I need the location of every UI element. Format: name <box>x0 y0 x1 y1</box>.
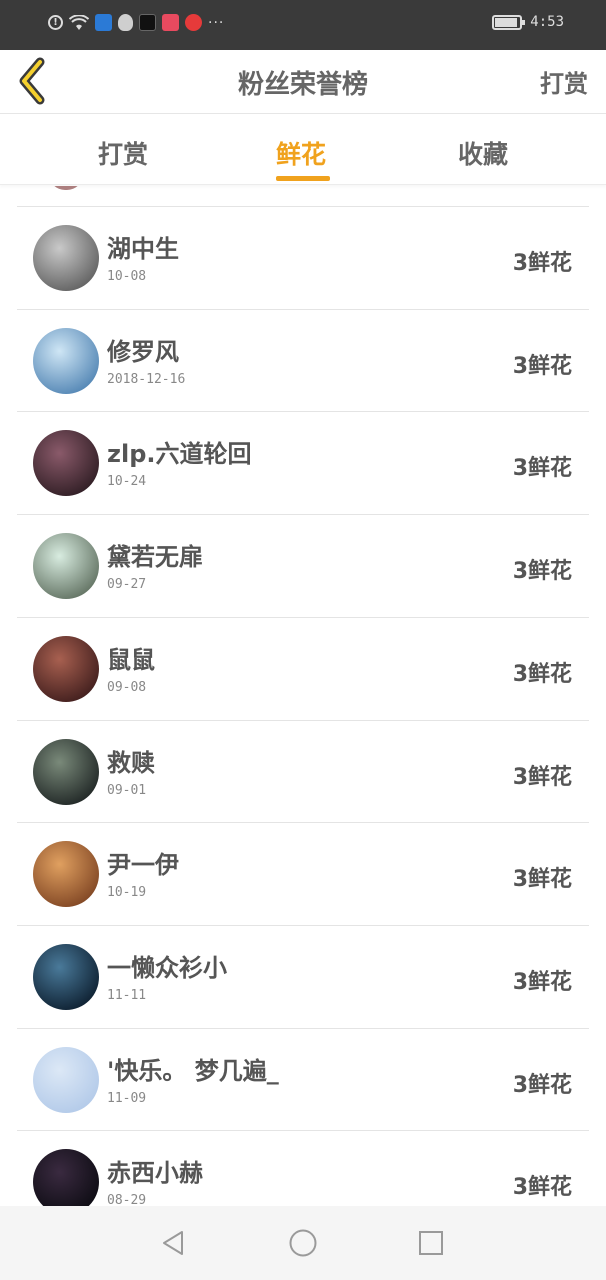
battery-icon <box>492 14 526 30</box>
list-item[interactable]: 救赎 09-01 3鲜花 <box>17 719 589 823</box>
fan-list[interactable]: 湖中生 10-08 3鲜花 修罗风 2018-12-16 3鲜花 zlp.六道轮回 10-24… <box>0 186 606 1206</box>
flower-count: 3鲜花 <box>512 661 572 687</box>
fan-name: 湖中生 <box>107 235 179 263</box>
fan-name: 修罗风 <box>107 337 179 366</box>
fan-date: 10-24 <box>107 474 147 490</box>
fan-name: 鼠鼠 <box>107 645 155 674</box>
fan-name: '快乐。 梦几遍_ <box>107 1056 279 1085</box>
flower-count: 3鲜花 <box>512 1072 572 1098</box>
fan-date: 11-09 <box>107 1090 147 1106</box>
flower-count: 3鲜花 <box>512 867 572 893</box>
avatar[interactable] <box>33 943 99 1010</box>
flower-count: 3鲜花 <box>512 1175 572 1201</box>
avatar[interactable] <box>33 327 99 394</box>
avatar[interactable] <box>33 635 99 702</box>
avatar[interactable] <box>33 841 99 908</box>
status-right: 4:53 <box>492 14 564 30</box>
list-item[interactable]: zlp.六道轮回 10-24 3鲜花 <box>17 411 589 514</box>
fan-name: 黛若无扉 <box>107 543 203 572</box>
tiktok-icon <box>139 14 156 31</box>
status-bar: ! ··· 4:53 <box>0 0 606 50</box>
avatar[interactable] <box>33 430 99 497</box>
fan-date: 08-29 <box>107 1193 147 1206</box>
fan-date: 2018-12-16 <box>107 371 186 387</box>
list-item-partial <box>17 186 589 207</box>
flower-count: 3鲜花 <box>512 456 572 482</box>
fan-date: 10-08 <box>107 269 147 284</box>
shield-icon <box>95 14 112 31</box>
tab-reward[interactable]: 打赏 <box>98 135 148 171</box>
list-item[interactable]: 黛若无扉 09-27 3鲜花 <box>17 514 589 617</box>
list-item[interactable]: 修罗风 2018-12-16 3鲜花 <box>17 308 589 412</box>
list-item[interactable]: 一懒众衫小 11-11 3鲜花 <box>17 924 589 1028</box>
flower-count: 3鲜花 <box>512 969 572 995</box>
avatar[interactable] <box>33 533 99 600</box>
list-item[interactable]: 尹一伊 10-19 3鲜花 <box>17 822 589 925</box>
list-item[interactable]: '快乐。 梦几遍_ 11-09 3鲜花 <box>17 1027 589 1131</box>
calendar-icon <box>162 14 179 31</box>
flower-count: 3鲜花 <box>512 251 572 276</box>
avatar[interactable] <box>33 225 99 291</box>
app-red-icon <box>185 14 202 31</box>
fan-name: 一懒众衫小 <box>107 953 227 982</box>
tab-bar: 打赏 鲜花 收藏 <box>0 115 606 185</box>
more-notifications-icon: ··· <box>208 14 225 31</box>
status-icons: ! ··· <box>48 14 224 31</box>
clock: 4:53 <box>530 14 564 30</box>
fan-name: 救赎 <box>107 748 155 777</box>
list-item[interactable]: 湖中生 10-08 3鲜花 <box>17 206 589 309</box>
avatar[interactable] <box>33 1046 99 1113</box>
list-item[interactable]: 鼠鼠 09-08 3鲜花 <box>17 616 589 720</box>
tab-favorites[interactable]: 收藏 <box>458 135 508 171</box>
home-circle-icon[interactable] <box>288 1228 318 1258</box>
flower-count: 3鲜花 <box>512 353 572 379</box>
fan-name: 赤西小赫 <box>107 1159 203 1188</box>
fan-date: 09-08 <box>107 679 147 695</box>
avatar[interactable] <box>33 738 99 805</box>
active-tab-indicator <box>276 176 330 181</box>
tab-flowers[interactable]: 鲜花 <box>276 135 326 171</box>
reward-button[interactable]: 打赏 <box>540 64 588 99</box>
page-title: 粉丝荣誉榜 <box>237 70 368 100</box>
header: 粉丝荣誉榜 打赏 <box>0 50 606 114</box>
fan-name: 尹一伊 <box>107 851 179 880</box>
flower-count: 3鲜花 <box>512 559 572 585</box>
system-nav-bar <box>0 1206 606 1280</box>
fan-date: 09-01 <box>107 782 147 798</box>
avatar[interactable] <box>33 1149 99 1206</box>
flower-count: 3鲜花 <box>512 764 572 790</box>
back-triangle-icon[interactable] <box>158 1228 188 1258</box>
fan-name: zlp.六道轮回 <box>107 440 252 469</box>
wifi-icon <box>69 14 89 30</box>
fan-date: 11-11 <box>107 987 147 1003</box>
recents-square-icon[interactable] <box>416 1228 446 1258</box>
fan-date: 10-19 <box>107 885 147 901</box>
list-item[interactable]: 赤西小赫 08-29 3鲜花 <box>17 1130 589 1206</box>
alert-icon: ! <box>48 15 63 30</box>
fan-date: 09-27 <box>107 577 147 593</box>
qq-icon <box>118 14 133 31</box>
